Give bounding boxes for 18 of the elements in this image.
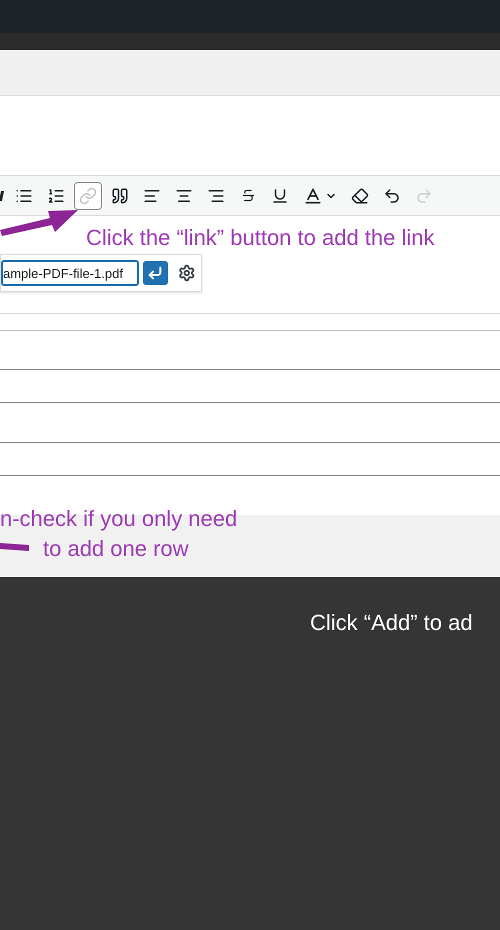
- settings-icon[interactable]: [178, 263, 195, 283]
- link-url-field[interactable]: ample-PDF-file-1.pdf: [1, 260, 139, 286]
- apply-link-button[interactable]: [143, 261, 168, 285]
- annotation-arrow: [0, 542, 30, 552]
- underline-icon: [271, 186, 289, 204]
- enter-icon: [147, 265, 164, 281]
- annotation-text: to add one row: [43, 535, 189, 563]
- undo-icon: [383, 186, 401, 204]
- numbered-list-icon: [47, 186, 65, 204]
- annotation-text: n-check if you only need: [0, 505, 238, 533]
- redo-icon: [415, 186, 433, 204]
- eraser-icon: [351, 186, 369, 204]
- text-color-icon: [303, 186, 323, 206]
- quote-icon: [111, 186, 129, 204]
- annotation-text: Click the “link” button to add the link: [86, 224, 435, 252]
- hint-text: Click “Add” to ad: [310, 610, 473, 635]
- link-icon: [79, 186, 97, 204]
- strikethrough-icon: [240, 188, 256, 203]
